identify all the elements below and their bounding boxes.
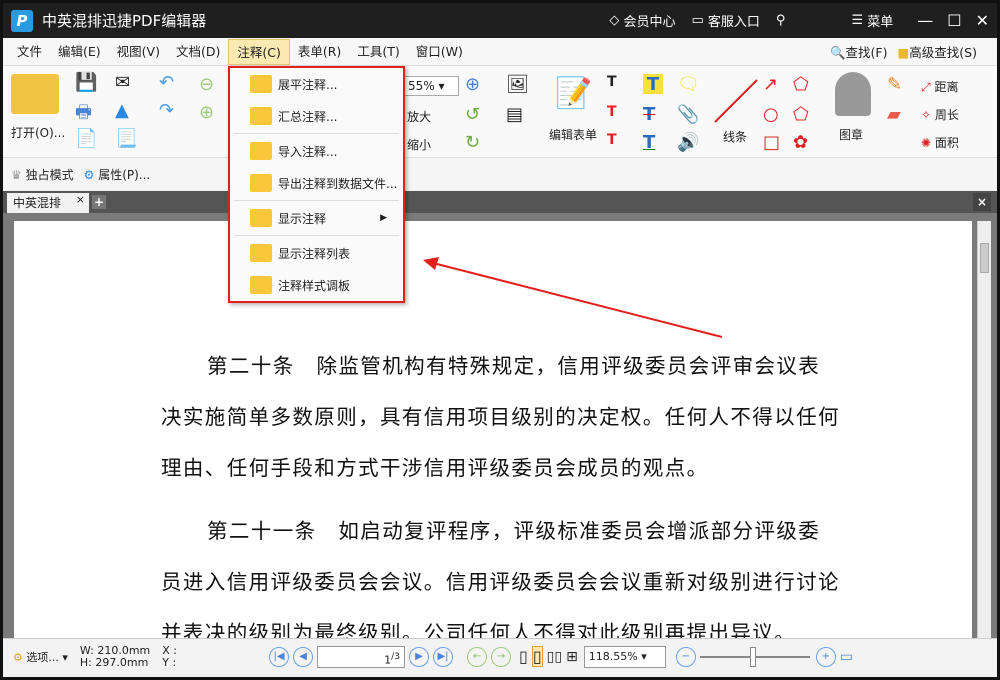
- comment-menu-dropdown: 展平注释... 汇总注释... 导入注释... 导出注释到数据文件... 显示注…: [228, 66, 405, 303]
- menu-item-import-comments[interactable]: 导入注释...: [230, 135, 403, 167]
- page-input[interactable]: 1/3: [317, 646, 405, 668]
- style-palette-icon: [250, 276, 272, 294]
- menu-item-show-comments[interactable]: 显示注释▶: [230, 202, 403, 234]
- menu-item-flatten-comments[interactable]: 展平注释...: [230, 68, 403, 100]
- status-bar: ⚙ 选项... ▾ W: 210.0mmH: 297.0mm X :Y : |◀…: [3, 638, 997, 674]
- forward-view-button[interactable]: →: [491, 647, 511, 667]
- menu-separator: [234, 200, 399, 201]
- menu-item-summarize-comments[interactable]: 汇总注释...: [230, 100, 403, 132]
- comment-list-icon: [250, 244, 272, 262]
- continuous-page-icon[interactable]: ▯: [532, 646, 543, 667]
- menu-item-comment-list[interactable]: 显示注释列表: [230, 237, 403, 269]
- annotation-arrow: [3, 3, 997, 677]
- back-view-button[interactable]: ←: [467, 647, 487, 667]
- prev-page-button[interactable]: ◀: [293, 647, 313, 667]
- show-comment-icon: [250, 209, 272, 227]
- cursor-coords: X :Y :: [162, 645, 177, 669]
- options-button[interactable]: ⚙ 选项... ▾: [13, 649, 68, 665]
- fit-page-icon[interactable]: ▭: [840, 649, 853, 665]
- status-zoom-select[interactable]: 118.55% ▾: [584, 646, 666, 668]
- grid-page-icon[interactable]: ⊞: [566, 649, 578, 665]
- import-comment-icon: [250, 142, 272, 160]
- facing-page-icon[interactable]: ▯▯: [547, 649, 562, 665]
- single-page-icon[interactable]: ▯: [519, 647, 528, 666]
- menu-item-comment-style-palette[interactable]: 注释样式调板: [230, 269, 403, 301]
- zoom-slider[interactable]: [700, 656, 810, 658]
- menu-item-export-comments[interactable]: 导出注释到数据文件...: [230, 167, 403, 199]
- menu-separator: [234, 235, 399, 236]
- first-page-button[interactable]: |◀: [269, 647, 289, 667]
- zoom-in-button-status[interactable]: +: [816, 647, 836, 667]
- app-window: P 中英混排迅捷PDF编辑器 ◇ 会员中心 ▭ 客服入口 ⚲ ☰ 菜单 — ☐ …: [3, 3, 997, 677]
- next-page-button[interactable]: ▶: [409, 647, 429, 667]
- page-size: W: 210.0mmH: 297.0mm: [80, 645, 150, 669]
- summary-comment-icon: [250, 107, 272, 125]
- zoom-out-button[interactable]: −: [676, 647, 696, 667]
- submenu-arrow-icon: ▶: [380, 213, 387, 223]
- zoom-slider-thumb[interactable]: [750, 647, 756, 667]
- menu-separator: [234, 133, 399, 134]
- last-page-button[interactable]: ▶|: [433, 647, 453, 667]
- gear-icon: ⚙: [13, 651, 23, 664]
- flatten-comment-icon: [250, 75, 272, 93]
- export-comment-icon: [250, 174, 272, 192]
